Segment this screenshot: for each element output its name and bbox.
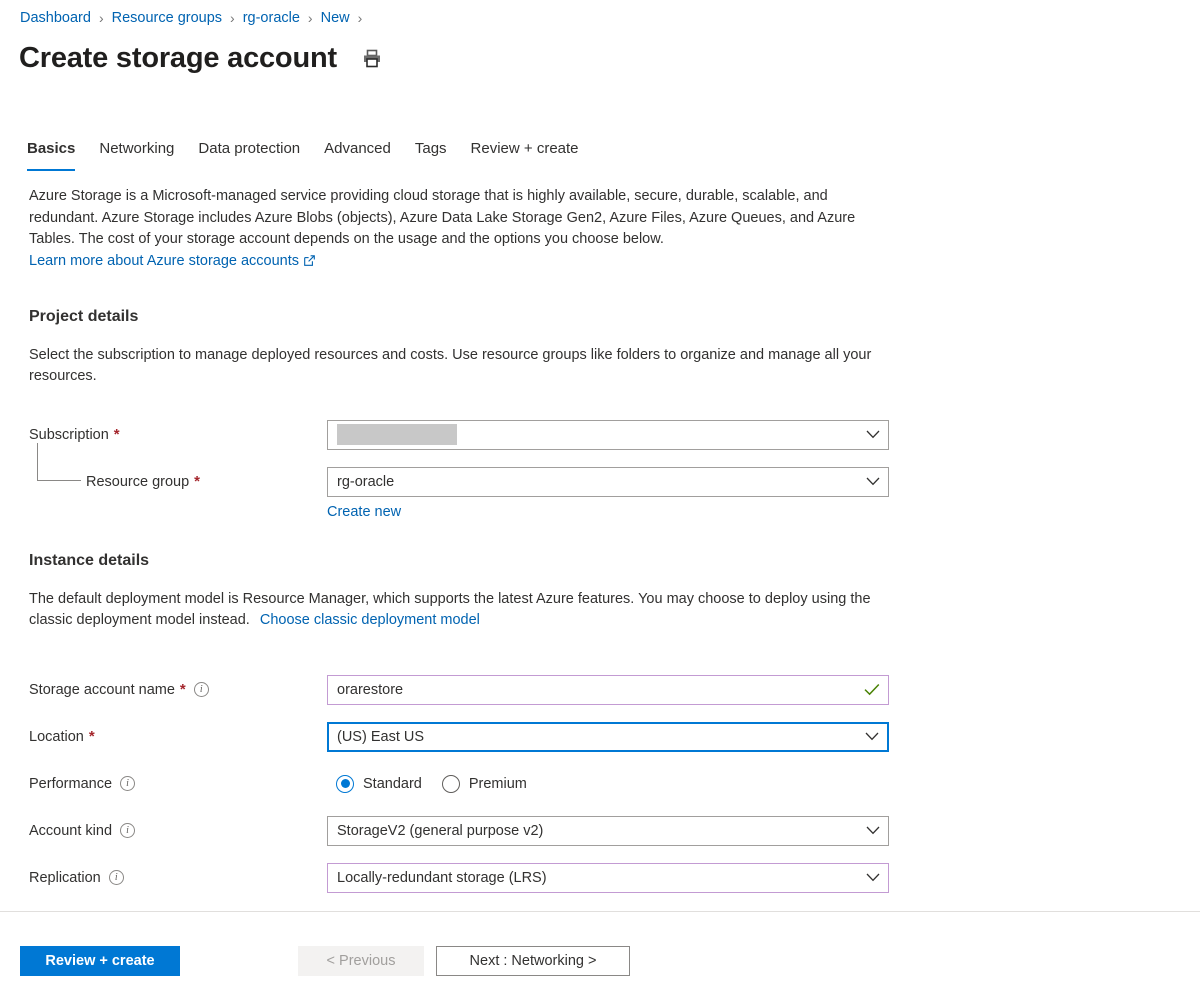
project-details-description: Select the subscription to manage deploy… — [29, 346, 872, 385]
breadcrumb-separator-icon: › — [357, 10, 363, 26]
subscription-dropdown[interactable] — [327, 419, 889, 450]
subscription-label-wrap: Subscription * — [29, 426, 327, 443]
choose-classic-deployment-model-link[interactable]: Choose classic deployment model — [260, 612, 480, 628]
replication-label-wrap: Replication i — [29, 870, 327, 886]
chevron-down-icon — [866, 873, 880, 882]
review-create-button[interactable]: Review + create — [20, 946, 180, 976]
tab-basics[interactable]: Basics — [27, 138, 87, 171]
storage-account-name-value: orarestore — [337, 681, 404, 698]
tab-advanced-label: Advanced — [324, 140, 391, 157]
printer-icon-svg — [363, 49, 380, 67]
breadcrumb-separator-icon: › — [230, 10, 235, 26]
project-details-heading: Project details — [29, 307, 139, 325]
location-row: Location * (US) East US — [29, 721, 899, 752]
tree-connector-line — [37, 442, 81, 481]
performance-option-standard[interactable]: Standard — [336, 774, 422, 793]
next-networking-button[interactable]: Next : Networking > — [436, 946, 630, 976]
storage-account-name-input[interactable]: orarestore — [327, 674, 889, 705]
chevron-down-icon — [865, 732, 879, 741]
instance-details-description: The default deployment model is Resource… — [29, 589, 891, 632]
replication-dropdown[interactable]: Locally-redundant storage (LRS) — [327, 862, 889, 893]
learn-more-label: Learn more about Azure storage accounts — [29, 252, 300, 269]
wizard-tabs: Basics Networking Data protection Advanc… — [27, 138, 591, 171]
storage-account-name-required-marker: * — [179, 681, 186, 698]
performance-row: Performance i Standard Premium — [29, 769, 899, 799]
performance-option-premium[interactable]: Premium — [441, 774, 527, 793]
breadcrumb-item-rg-oracle[interactable]: rg-oracle — [243, 8, 300, 28]
tab-data-protection-label: Data protection — [198, 140, 301, 157]
tab-tags-label: Tags — [414, 140, 447, 157]
info-icon[interactable]: i — [108, 870, 124, 885]
create-storage-account-page: Dashboard › Resource groups › rg-oracle … — [0, 0, 1200, 991]
info-icon[interactable]: i — [193, 682, 209, 697]
account-kind-value: StorageV2 (general purpose v2) — [337, 822, 544, 839]
breadcrumb-item-new[interactable]: New — [321, 8, 350, 28]
subscription-label: Subscription — [29, 426, 109, 443]
resource-group-dropdown[interactable]: rg-oracle — [327, 466, 889, 497]
location-label-wrap: Location * — [29, 728, 327, 745]
tab-review-create-label: Review + create — [470, 140, 579, 157]
create-new-resource-group-link[interactable]: Create new — [327, 504, 401, 520]
performance-label: Performance — [29, 775, 113, 792]
resource-group-row: Resource group * rg-oracle — [29, 442, 899, 497]
checkmark-icon — [864, 683, 880, 696]
intro-paragraph: Azure Storage is a Microsoft-managed ser… — [29, 188, 856, 247]
location-label: Location — [29, 728, 84, 745]
chevron-down-icon — [866, 477, 880, 486]
create-new-spacer — [29, 504, 327, 520]
subscription-redacted-value — [337, 424, 457, 445]
tab-basics-label: Basics — [27, 140, 76, 157]
breadcrumb-separator-icon: › — [98, 10, 104, 26]
breadcrumb-separator-icon: › — [307, 10, 313, 26]
resource-group-label: Resource group — [86, 473, 190, 490]
location-dropdown[interactable]: (US) East US — [327, 721, 889, 752]
previous-button: < Previous — [298, 946, 424, 976]
replication-row: Replication i Locally-redundant storage … — [29, 862, 899, 893]
title-row: Create storage account — [19, 38, 385, 78]
subscription-required-marker: * — [113, 426, 120, 443]
radio-selected-icon[interactable] — [336, 774, 354, 793]
page-title: Create storage account — [19, 42, 337, 74]
account-kind-dropdown[interactable]: StorageV2 (general purpose v2) — [327, 815, 889, 846]
performance-radio-group: Standard Premium — [327, 774, 527, 793]
storage-account-name-label: Storage account name — [29, 681, 175, 698]
resource-group-value: rg-oracle — [337, 473, 395, 490]
create-new-row: Create new — [29, 504, 899, 520]
tab-review-create[interactable]: Review + create — [459, 138, 591, 171]
breadcrumb-item-dashboard[interactable]: Dashboard — [20, 8, 91, 28]
tab-tags[interactable]: Tags — [403, 138, 459, 171]
tab-networking[interactable]: Networking — [87, 138, 186, 171]
location-value: (US) East US — [337, 728, 425, 745]
info-icon[interactable]: i — [120, 823, 136, 838]
radio-unselected-icon[interactable] — [441, 774, 460, 793]
breadcrumb-item-resource-groups[interactable]: Resource groups — [112, 8, 222, 28]
account-kind-label-wrap: Account kind i — [29, 823, 327, 839]
footer-divider — [0, 911, 1200, 912]
subscription-row: Subscription * — [29, 419, 899, 450]
performance-label-wrap: Performance i — [29, 776, 327, 792]
resource-group-required-marker: * — [194, 473, 201, 490]
replication-value: Locally-redundant storage (LRS) — [337, 869, 547, 886]
account-kind-label: Account kind — [29, 822, 113, 839]
location-required-marker: * — [88, 728, 95, 745]
performance-option-standard-label: Standard — [363, 775, 422, 792]
learn-more-link[interactable]: Learn more about Azure storage accounts — [29, 253, 315, 269]
breadcrumb: Dashboard › Resource groups › rg-oracle … — [20, 8, 370, 28]
wizard-footer: Review + create < Previous Next : Networ… — [20, 946, 630, 976]
instance-details-heading: Instance details — [29, 551, 150, 569]
chevron-down-icon — [866, 826, 880, 835]
basics-form: Azure Storage is a Microsoft-managed ser… — [29, 186, 899, 893]
info-icon[interactable]: i — [120, 776, 136, 791]
performance-option-premium-label: Premium — [468, 775, 527, 792]
tab-advanced[interactable]: Advanced — [312, 138, 403, 171]
replication-label: Replication — [29, 869, 101, 886]
chevron-down-icon — [866, 430, 880, 439]
storage-account-name-row: Storage account name * i orarestore — [29, 674, 899, 705]
printer-icon[interactable] — [359, 45, 385, 71]
tab-data-protection[interactable]: Data protection — [186, 138, 312, 171]
external-link-icon — [304, 255, 315, 266]
tab-networking-label: Networking — [99, 140, 175, 157]
account-kind-row: Account kind i StorageV2 (general purpos… — [29, 815, 899, 846]
storage-account-name-label-wrap: Storage account name * i — [29, 681, 327, 698]
